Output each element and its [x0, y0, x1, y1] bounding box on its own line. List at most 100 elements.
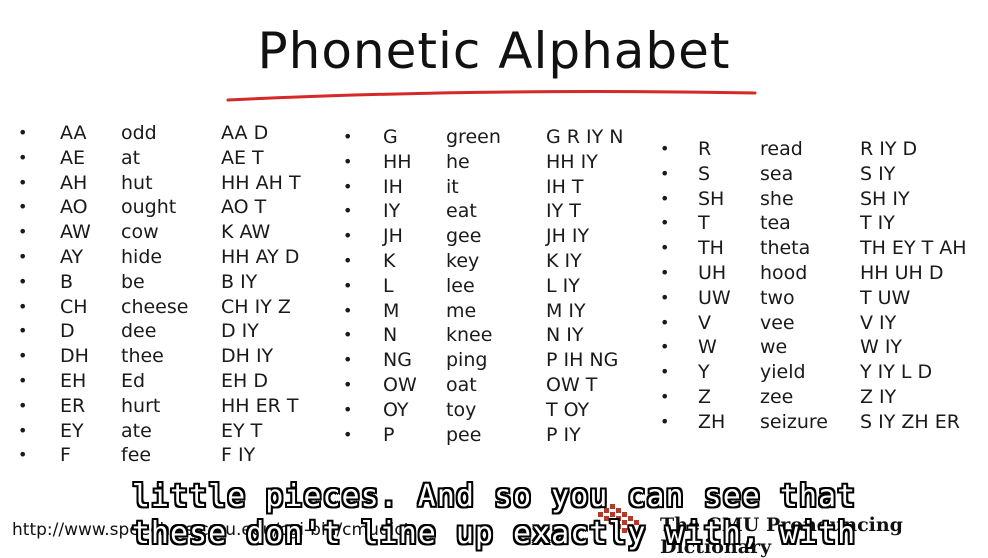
pronunciation: OW T: [546, 373, 598, 396]
bullet-icon: •: [343, 127, 353, 146]
phoneme-symbol: M: [383, 299, 400, 322]
example-word: zee: [760, 385, 794, 408]
bullet-icon: •: [18, 346, 28, 366]
example-word: hood: [760, 261, 808, 284]
phoneme-symbol: K: [383, 249, 396, 272]
bullet-icon: •: [18, 197, 28, 217]
example-word: odd: [121, 122, 157, 144]
phoneme-symbol: AW: [60, 221, 91, 244]
phoneme-symbol: AY: [60, 245, 84, 268]
bullet-icon: •: [343, 275, 353, 295]
phoneme-symbol: UW: [698, 286, 731, 309]
pronunciation: HH IY: [546, 150, 598, 173]
pronunciation: Z IY: [860, 385, 897, 408]
bullet-icon: •: [343, 325, 353, 345]
bullet-icon: •: [660, 139, 670, 158]
pronunciation: B IY: [221, 270, 258, 293]
phoneme-symbol: HH: [383, 150, 412, 173]
bullet-icon: •: [343, 151, 353, 171]
phoneme-symbol: SH: [698, 187, 725, 210]
pronunciation: L IY: [546, 274, 580, 297]
bullet-icon: •: [18, 321, 28, 341]
phoneme-symbol: IH: [383, 175, 403, 198]
bullet-icon: •: [660, 188, 670, 208]
example-word: we: [760, 336, 788, 359]
pronunciation: W IY: [860, 336, 903, 359]
pronunciation: CH IY Z: [221, 295, 291, 318]
phoneme-symbol: IY: [383, 200, 401, 223]
pronunciation: S IY ZH ER: [860, 410, 960, 433]
example-word: theta: [760, 237, 811, 260]
example-word: at: [121, 146, 141, 169]
example-word: hide: [121, 245, 163, 268]
example-word: two: [760, 286, 795, 309]
phoneme-symbol: V: [698, 311, 711, 334]
pronunciation: R IY D: [860, 138, 918, 160]
phoneme-symbol: CH: [60, 295, 88, 318]
pronunciation: Y IY L D: [860, 361, 933, 384]
bullet-icon: •: [343, 201, 353, 221]
title-underline: [226, 90, 757, 102]
example-word: tea: [760, 212, 791, 235]
example-word: gee: [446, 225, 482, 248]
pronunciation: M IY: [546, 299, 586, 322]
bullet-icon: •: [18, 123, 28, 142]
phoneme-symbol: AA: [60, 122, 87, 144]
pronunciation: IH T: [546, 175, 584, 198]
phoneme-symbol: G: [383, 126, 398, 148]
bullet-icon: •: [660, 312, 670, 332]
pronunciation: S IY: [860, 162, 896, 185]
example-word: hurt: [121, 394, 161, 417]
example-word: me: [446, 299, 477, 322]
phoneme-symbol: NG: [383, 349, 412, 372]
phoneme-symbol: B: [60, 270, 74, 293]
example-word: ate: [121, 419, 152, 442]
bullet-icon: •: [18, 445, 28, 465]
bullet-icon: •: [660, 262, 670, 282]
pronunciation: G R IY N: [546, 126, 624, 148]
pronunciation: T OY: [546, 398, 590, 421]
phoneme-symbol: R: [698, 138, 712, 160]
subtitle-line-2: these don't line up exactly with, with: [131, 516, 857, 551]
phoneme-symbol: L: [383, 274, 394, 297]
pronunciation: HH ER T: [221, 394, 299, 417]
bullet-icon: •: [660, 411, 670, 431]
pronunciation: SH IY: [860, 187, 910, 210]
example-word: lee: [446, 274, 475, 297]
pronunciation: F IY: [221, 444, 256, 467]
example-word: he: [446, 150, 470, 173]
bullet-icon: •: [343, 226, 353, 246]
example-word: toy: [446, 398, 477, 421]
phoneme-symbol: EH: [60, 369, 87, 392]
phoneme-symbol: UH: [698, 261, 727, 284]
phoneme-symbol: OY: [383, 398, 409, 421]
phoneme-symbol: P: [383, 423, 395, 446]
pronunciation: HH UH D: [860, 261, 944, 284]
bullet-icon: •: [660, 238, 670, 258]
example-word: fee: [121, 444, 152, 467]
phoneme-symbol: F: [60, 444, 71, 467]
example-word: she: [760, 187, 794, 210]
bullet-icon: •: [18, 420, 28, 440]
pronunciation: N IY: [546, 324, 584, 347]
pronunciation: T IY: [860, 212, 895, 235]
phoneme-symbol: Y: [698, 361, 710, 384]
example-word: cheese: [121, 295, 189, 318]
bullet-icon: •: [660, 386, 670, 406]
phoneme-symbol: N: [383, 324, 398, 347]
bullet-icon: •: [18, 172, 28, 192]
example-word: seizure: [760, 410, 828, 433]
pronunciation: K IY: [546, 249, 582, 272]
phoneme-symbol: OW: [383, 373, 417, 396]
bullet-icon: •: [343, 250, 353, 270]
phoneme-symbol: DH: [60, 345, 89, 368]
pronunciation: TH EY T AH: [860, 237, 967, 260]
phoneme-symbol: AO: [60, 196, 88, 219]
pronunciation: T UW: [860, 286, 911, 309]
pronunciation: D IY: [221, 320, 259, 343]
example-word: dee: [121, 320, 157, 343]
phoneme-symbol: JH: [383, 225, 403, 248]
pronunciation: P IY: [546, 423, 581, 446]
phoneme-symbol: TH: [698, 237, 724, 260]
example-word: yield: [760, 361, 806, 384]
